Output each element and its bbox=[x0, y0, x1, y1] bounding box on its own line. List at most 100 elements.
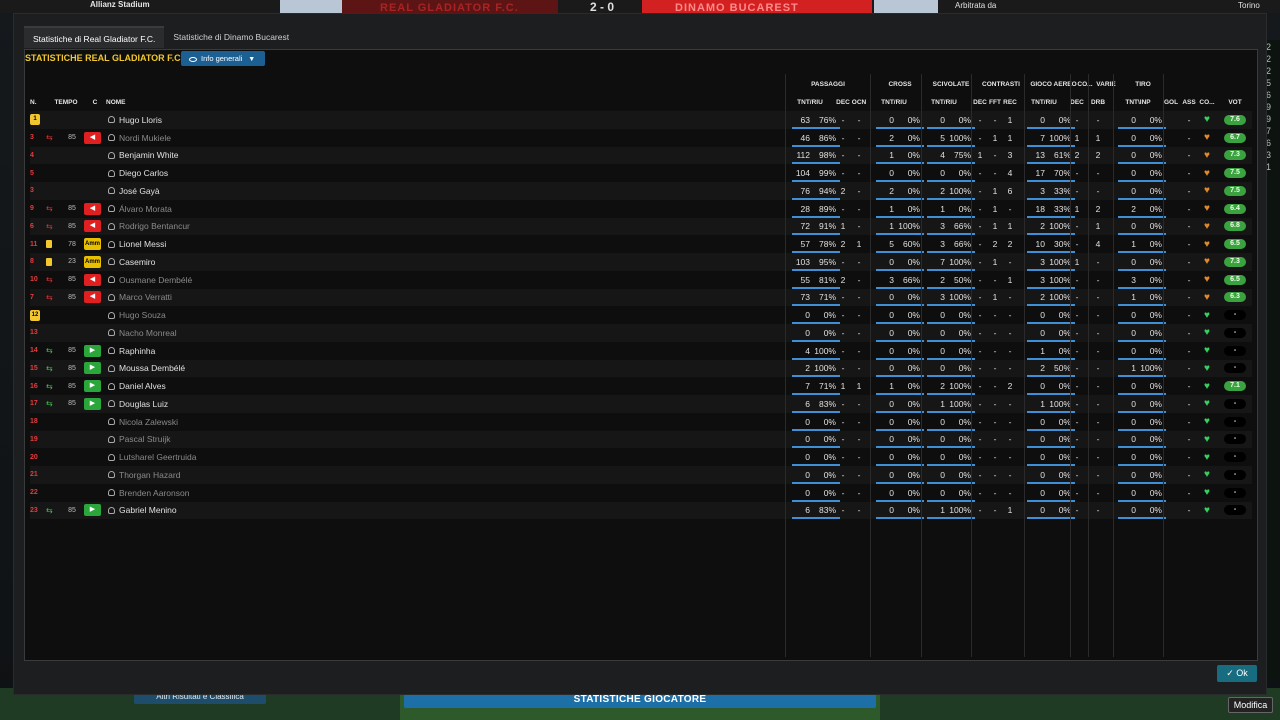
dribbles: 1 bbox=[1095, 132, 1101, 143]
co-value: - bbox=[1075, 274, 1079, 285]
condition-heart-icon: ♥ bbox=[1204, 469, 1210, 481]
player-name[interactable]: Álvaro Morata bbox=[119, 204, 172, 214]
player-row[interactable]: 16 ⇆ 85 ▶ Daniel Alves 7 71% 1 1 1 0% 2 100% - -2 0 0% - -… bbox=[30, 377, 1252, 395]
player-name[interactable]: Casemiro bbox=[119, 257, 155, 267]
player-row[interactable]: 10 ⇆ 85 ◀ Ousmane Dembélé 55 81% 2-3 66% 2 50% - -1 3… bbox=[30, 271, 1252, 289]
chances-created: - bbox=[857, 292, 861, 303]
player-name[interactable]: Hugo Lloris bbox=[119, 115, 162, 125]
tab-home-team-stats[interactable]: Statistiche di Real Gladiator F.C. bbox=[24, 26, 165, 48]
player-row[interactable]: 15 ⇆ 85 ▶ Moussa Dembélé 2 100% - -0 0% 0 0% - - -2 50%… bbox=[30, 359, 1252, 378]
player-name[interactable]: Nacho Monreal bbox=[119, 328, 177, 338]
player-row[interactable]: 6 ⇆ 85 ◀ Rodrigo Bentancur 72 91% 1-1 100% 3 66% -1… bbox=[30, 217, 1252, 236]
player-row[interactable]: 21 Thorgan Hazard 0 0% - -0 0% 0 0% - - -0 0% - -0 0% - ♥… bbox=[30, 466, 1252, 484]
recoveries: - bbox=[1008, 327, 1012, 338]
player-row[interactable]: 12 Hugo Souza 0 0% - -0 0% 0 0% - - -0 0% - -0 0% - ♥ - bbox=[30, 306, 1252, 324]
player-row[interactable]: 9 ⇆ 85 ◀ Álvaro Morata 28 89% - -1 0% 1 0% -1-18 33% 1… bbox=[30, 200, 1252, 218]
dribbles: - bbox=[1096, 292, 1100, 303]
stats-panel: STATISTICHE REAL GLADIATOR F.C. Info gen… bbox=[24, 49, 1258, 661]
status-cell: Amm bbox=[84, 253, 104, 271]
ok-button[interactable]: ✓ Ok bbox=[1217, 665, 1257, 682]
player-row[interactable]: 22 Brenden Aaronson 0 0% - -0 0% 0 0% - - -0 0% - -0 0%… bbox=[30, 484, 1252, 502]
player-row[interactable]: 5 Diego Carlos 104 99% - -0 0% 0 0% - -4 17 70% - -0 0%… bbox=[30, 164, 1252, 182]
player-name[interactable]: Lionel Messi bbox=[119, 239, 166, 249]
assists: - bbox=[1187, 345, 1191, 356]
player-icon bbox=[108, 435, 115, 443]
column-divider bbox=[785, 74, 786, 657]
shirt-number-label: 6 bbox=[30, 222, 34, 230]
rating-badge: - bbox=[1224, 327, 1246, 338]
modifica-button[interactable]: Modifica bbox=[1228, 697, 1273, 713]
player-row[interactable]: 17 ⇆ 85 ▶ Douglas Luiz 6 83% - -0 0% 1 100% - - -1 100%… bbox=[30, 395, 1252, 413]
co-value: - bbox=[1075, 416, 1079, 427]
player-row[interactable]: 4 Benjamin White 112 98% - -1 0% 4 75% 1-3 13 61% 2 2… bbox=[30, 146, 1252, 165]
player-row[interactable]: 13 Nacho Monreal 0 0% - -0 0% 0 0% - - -0 0% - -0 0% - ♥ - bbox=[30, 324, 1252, 342]
player-row[interactable]: 7 ⇆ 85 ◀ Marco Verratti 73 71% - -0 0% 3 100% -1-2 10… bbox=[30, 288, 1252, 307]
player-row[interactable]: 18 Nicola Zalewski 0 0% - -0 0% 0 0% - - -0 0% - -0 0% -… bbox=[30, 413, 1252, 431]
player-name[interactable]: Raphinha bbox=[119, 346, 155, 356]
player-row[interactable]: 8 23 Amm Casemiro 103 95% - -0 0% 7 100% -1-3 100% 1-… bbox=[30, 253, 1252, 271]
shots-bar bbox=[1118, 517, 1166, 520]
player-row[interactable]: 3 ⇆ 85 ◀ Nordi Mukiele 46 86% - -2 0% 5 100% -1 1 7 100… bbox=[30, 129, 1252, 147]
player-row[interactable]: 14 ⇆ 85 ▶ Raphinha 4 100% - -0 0% 0 0% - - -1 0% - -0 0% - ♥… bbox=[30, 342, 1252, 360]
player-name[interactable]: Marco Verratti bbox=[119, 292, 172, 302]
player-name[interactable]: Diego Carlos bbox=[119, 168, 168, 178]
player-row[interactable]: 23 ⇆ 85 ▶ Gabriel Menino 6 83% - -0 0% 1 100% - -1 0 0%… bbox=[30, 501, 1252, 520]
col-header-co: CO... bbox=[1199, 99, 1215, 106]
player-name[interactable]: Thorgan Hazard bbox=[119, 470, 180, 480]
fouls: 1 bbox=[992, 185, 998, 196]
player-name[interactable]: Hugo Souza bbox=[119, 310, 166, 320]
away-team-banner: DINAMO BUCAREST bbox=[675, 2, 799, 13]
player-icon bbox=[108, 364, 115, 372]
player-row[interactable]: 3 José Gayà 76 94% 2-2 0% 2 100% -1 6 3 33% - -0 0% - ♥ 7… bbox=[30, 182, 1252, 200]
view-dropdown-button[interactable]: Info generali ▼ bbox=[181, 51, 265, 66]
player-icon bbox=[108, 418, 115, 426]
rating-cell: 7.6 bbox=[1223, 111, 1247, 129]
co-value: - bbox=[1075, 381, 1079, 392]
group-header-scivolate: SCIVOLATE bbox=[932, 80, 970, 88]
shirt-number-label: 14 bbox=[30, 347, 38, 355]
condition-heart-icon: ♥ bbox=[1204, 327, 1210, 339]
check-icon: ✓ bbox=[1226, 668, 1237, 678]
dribbles: - bbox=[1096, 114, 1100, 125]
contrasts-decisive: - bbox=[978, 505, 982, 516]
player-name-cell: Daniel Alves bbox=[108, 377, 408, 395]
contrasts-decisive: - bbox=[978, 203, 982, 214]
player-name[interactable]: Moussa Dembélé bbox=[119, 363, 185, 373]
player-name[interactable]: Pascal Struijk bbox=[119, 434, 171, 444]
assists: - bbox=[1187, 434, 1191, 445]
group-header-row: PASSAGGI CROSS SCIVOLATE CONTRASTI GIOCO AER… bbox=[30, 74, 1252, 94]
subbed-on-icon: ▶ bbox=[84, 380, 101, 393]
dribbles: - bbox=[1096, 363, 1100, 374]
column-divider bbox=[1024, 74, 1025, 657]
rating-badge: - bbox=[1224, 452, 1246, 463]
recoveries: - bbox=[1008, 310, 1012, 321]
chances-created: 1 bbox=[856, 239, 862, 250]
passes-bar bbox=[792, 517, 840, 520]
player-name[interactable]: Nicola Zalewski bbox=[119, 417, 178, 427]
player-name[interactable]: José Gayà bbox=[119, 186, 160, 196]
co-value: 1 bbox=[1074, 132, 1080, 143]
player-row[interactable]: 11 78 Amm Lionel Messi 57 78% 2 1 5 60% 3 66% -2 2 10 3… bbox=[30, 235, 1252, 253]
co-value: - bbox=[1075, 398, 1079, 409]
col-header-n: N. bbox=[30, 99, 37, 106]
player-name[interactable]: Ousmane Dembélé bbox=[119, 275, 192, 285]
player-row[interactable]: 19 Pascal Struijk 0 0% - -0 0% 0 0% - - -0 0% - -0 0% - ♥… bbox=[30, 430, 1252, 449]
fouls: 2 bbox=[992, 239, 998, 250]
player-name[interactable]: Benjamin White bbox=[119, 150, 179, 160]
player-name[interactable]: Douglas Luiz bbox=[119, 399, 168, 409]
minutes-played: 85 bbox=[68, 364, 76, 372]
player-name[interactable]: Lutsharel Geertruida bbox=[119, 452, 197, 462]
fouls: - bbox=[993, 452, 997, 463]
player-name[interactable]: Nordi Mukiele bbox=[119, 133, 171, 143]
player-name[interactable]: Rodrigo Bentancur bbox=[119, 221, 190, 231]
recoveries: - bbox=[1008, 398, 1012, 409]
player-row[interactable]: 1 Hugo Lloris 63 76% - -0 0% 0 0% - -1 0 0% - -0 0% - ♥ 7.… bbox=[30, 111, 1252, 129]
fouls: - bbox=[993, 363, 997, 374]
shirt-number: 18 bbox=[30, 413, 50, 431]
player-row[interactable]: 20 Lutsharel Geertruida 0 0% - -0 0% 0 0% - - -0 0% -… bbox=[30, 448, 1252, 466]
tab-away-team-stats[interactable]: Statistiche di Dinamo Bucarest bbox=[164, 26, 298, 48]
player-name[interactable]: Gabriel Menino bbox=[119, 505, 177, 515]
player-name[interactable]: Daniel Alves bbox=[119, 381, 166, 391]
home-team-banner: REAL GLADIATOR F.C. bbox=[380, 2, 519, 13]
player-name[interactable]: Brenden Aaronson bbox=[119, 488, 189, 498]
